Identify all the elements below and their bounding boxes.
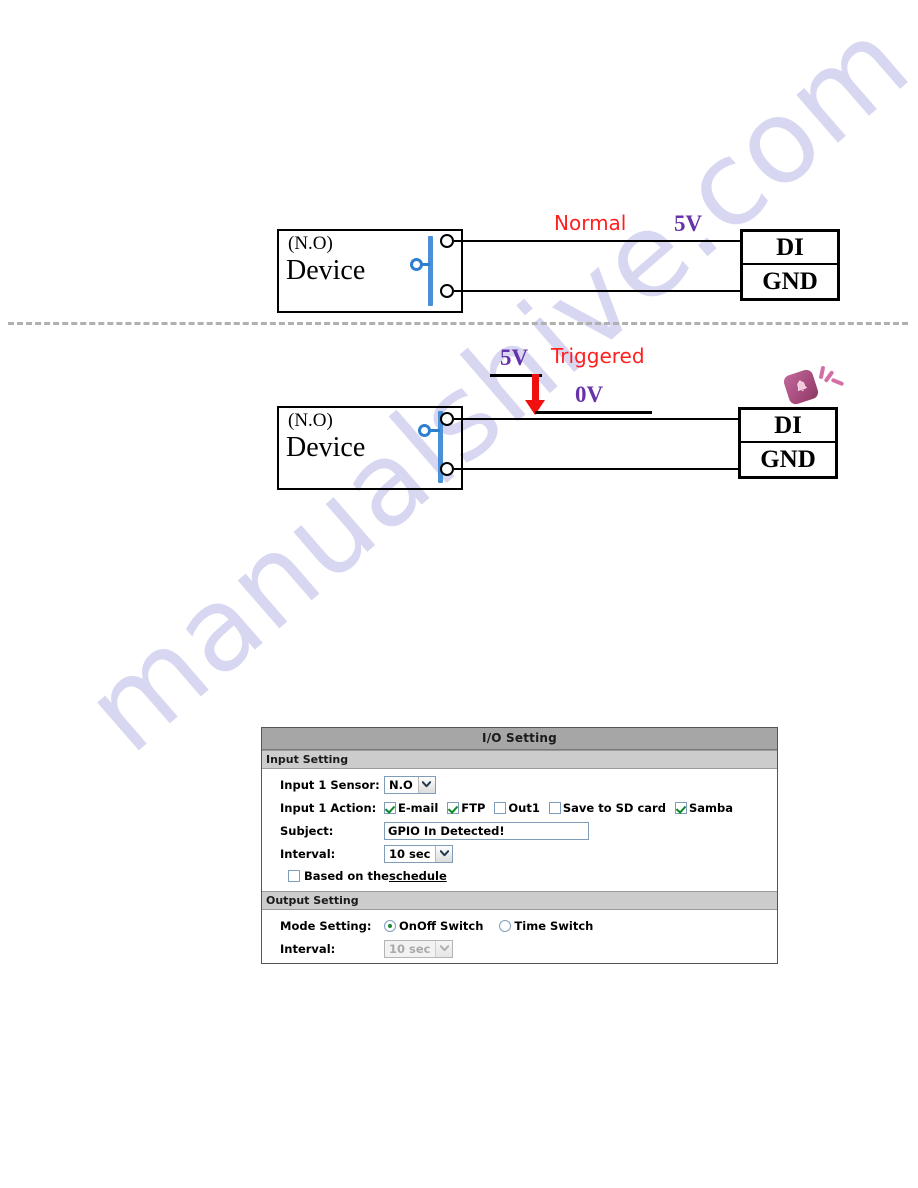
subject-input[interactable]: GPIO In Detected! (384, 821, 589, 840)
schedule-text: Based on the (304, 869, 389, 883)
radio-time-switch-label: Time Switch (514, 918, 594, 933)
checkbox-item-save-sd[interactable]: Save to SD card (548, 800, 666, 815)
subject-row: Subject: GPIO In Detected! (262, 819, 777, 842)
checkbox-item-samba[interactable]: Samba (674, 800, 733, 815)
mode-setting-label: Mode Setting: (280, 918, 372, 933)
switch-knob-triggered (418, 424, 431, 437)
input-sensor-row: Input 1 Sensor: N.O (262, 773, 777, 796)
io-setting-panel: I/O Setting Input Setting Input 1 Sensor… (261, 727, 778, 964)
bell-ray-3 (830, 377, 845, 387)
checkbox-save-sd-label: Save to SD card (562, 800, 666, 815)
chevron-down-icon[interactable] (417, 776, 435, 793)
input-interval-row: Interval: 10 sec (262, 842, 777, 865)
input-sensor-select[interactable]: N.O (384, 775, 436, 794)
device-name-label-triggered: Device (286, 432, 366, 463)
checkbox-based-on-schedule[interactable] (288, 870, 300, 882)
checkbox-item-email[interactable]: E-mail (384, 801, 438, 815)
input-sensor-select-value: N.O (389, 777, 413, 792)
terminal-gnd-triggered (440, 462, 454, 476)
radio-item-time-switch[interactable]: Time Switch (499, 919, 593, 933)
checkbox-ftp-label: FTP (461, 800, 486, 815)
input-interval-select[interactable]: 10 sec (384, 844, 454, 863)
checkbox-out1[interactable] (494, 801, 507, 814)
input-action-row: Input 1 Action: E-mail FTP Out1 Save to … (262, 796, 777, 819)
output-setting-heading: Output Setting (262, 891, 777, 910)
mode-setting-radio-group: OnOff Switch Time Switch (384, 919, 777, 933)
checkbox-email[interactable] (384, 801, 396, 814)
checkbox-item-out1[interactable]: Out1 (494, 800, 540, 815)
di-gnd-box-triggered: DI GND (738, 407, 838, 479)
subject-field: GPIO In Detected! (384, 821, 777, 840)
input-sensor-label: Input 1 Sensor: (280, 777, 380, 792)
waveform-low-level (535, 411, 652, 414)
gnd-cell-triggered: GND (760, 445, 816, 473)
subject-label: Subject: (280, 823, 334, 838)
checkbox-save-sd[interactable] (548, 801, 561, 814)
input-interval-label: Interval: (280, 846, 336, 861)
input-action-checkbox-group: E-mail FTP Out1 Save to SD card Samba (384, 801, 777, 815)
output-interval-select: 10 sec (384, 939, 454, 958)
radio-onoff-switch-label: OnOff Switch (399, 918, 484, 933)
chevron-down-icon[interactable] (435, 845, 453, 862)
input-setting-body: Input 1 Sensor: N.O Input 1 Action: E-ma… (262, 769, 777, 891)
checkbox-email-label: E-mail (398, 800, 439, 815)
bell-alarm-icon (782, 365, 845, 414)
terminal-di-triggered (440, 412, 454, 426)
checkbox-samba-label: Samba (688, 800, 733, 815)
output-interval-select-value: 10 sec (389, 941, 431, 956)
checkbox-out1-label: Out1 (508, 800, 540, 815)
input-interval-field: 10 sec (384, 844, 777, 863)
schedule-row: Based on the schedule (262, 865, 777, 888)
checkbox-item-ftp[interactable]: FTP (447, 801, 485, 815)
input-setting-heading: Input Setting (262, 750, 777, 769)
panel-title: I/O Setting (262, 728, 777, 750)
checkbox-ftp[interactable] (447, 801, 460, 814)
input-action-label: Input 1 Action: (280, 800, 377, 815)
output-setting-body: Mode Setting: OnOff Switch Time Switch I… (262, 910, 777, 963)
radio-onoff-switch[interactable] (384, 919, 396, 932)
output-interval-field: 10 sec (384, 939, 777, 958)
output-interval-label: Interval: (280, 941, 336, 956)
device-type-label-triggered: (N.O) (288, 410, 333, 431)
state-label-triggered: Triggered (551, 344, 645, 368)
wire-di-triggered (454, 418, 738, 420)
voltage-low-label-triggered: 0V (575, 382, 604, 407)
di-cell-triggered: DI (741, 410, 835, 443)
input-sensor-field: N.O (384, 775, 777, 794)
voltage-high-label-triggered: 5V (500, 345, 529, 370)
checkbox-samba[interactable] (674, 801, 687, 814)
wiring-diagram-triggered: 5V Triggered 0V (N.O) Device DI GND (0, 0, 918, 520)
schedule-link[interactable]: schedule (389, 869, 447, 883)
mode-setting-row: Mode Setting: OnOff Switch Time Switch (262, 914, 777, 937)
chevron-down-icon (435, 940, 453, 957)
radio-item-onoff-switch[interactable]: OnOff Switch (384, 919, 483, 933)
wire-gnd-triggered (454, 468, 738, 470)
radio-time-switch[interactable] (499, 919, 512, 932)
output-interval-row: Interval: 10 sec (262, 937, 777, 960)
input-interval-select-value: 10 sec (389, 846, 431, 861)
